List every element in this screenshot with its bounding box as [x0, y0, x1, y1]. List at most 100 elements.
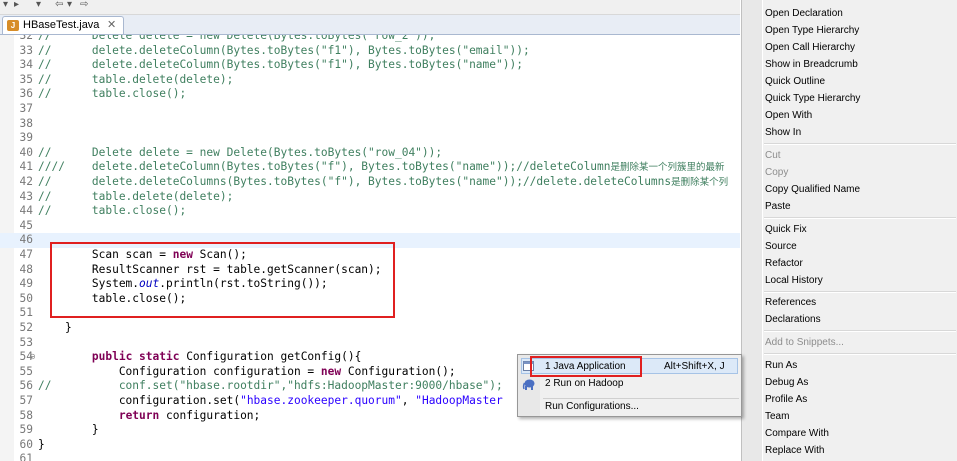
menu-item-refactor[interactable]: Refactor — [765, 258, 803, 269]
toolbar-dropdown-icon[interactable]: ▾ — [36, 0, 41, 10]
menu-item-quick-outline[interactable]: Quick Outline — [765, 76, 825, 87]
line-number: 46 — [19, 233, 33, 247]
code-line: 32 // Delete delete = new Delete(Bytes.to… — [0, 35, 740, 44]
code-text: configuration.set("hbase.zookeeper.quoru… — [38, 394, 503, 407]
code-line: 35 // table.delete(delete); — [0, 73, 740, 88]
menu-item-paste[interactable]: Paste — [765, 201, 791, 212]
line-number: 48 — [19, 262, 33, 276]
fold-icon[interactable]: ⊖ — [29, 350, 36, 365]
menu-item-run-as[interactable]: Run As — [765, 360, 797, 371]
toolbar-arrow-icon[interactable]: ▾ — [3, 0, 8, 10]
line-number: 32 — [19, 35, 33, 42]
code-line: 37 — [0, 102, 740, 117]
menu-item-open-declaration[interactable]: Open Declaration — [765, 8, 843, 19]
submenu-item-run-configurations[interactable]: Run Configurations... — [545, 401, 639, 412]
submenu-separator — [543, 398, 739, 399]
menu-separator — [764, 353, 956, 355]
line-number: 49 — [19, 277, 33, 291]
code-text: // delete.deleteColumn(Bytes.toBytes("f1… — [38, 43, 530, 57]
menu-item-team[interactable]: Team — [765, 411, 789, 422]
menu-item-cut: Cut — [765, 150, 781, 161]
line-number: 61 — [19, 452, 33, 461]
hadoop-elephant-icon — [522, 379, 535, 390]
line-number: 40 — [19, 145, 33, 159]
menu-item-profile-as[interactable]: Profile As — [765, 394, 807, 405]
menu-item-source[interactable]: Source — [765, 241, 797, 252]
code-line: 34 // delete.deleteColumn(Bytes.toBytes("… — [0, 58, 740, 73]
code-line: 42 // delete.deleteColumns(Bytes.toBytes(… — [0, 175, 740, 190]
code-text: // table.close(); — [38, 87, 187, 101]
code-line: 61 — [0, 452, 740, 461]
toolbar-run-icon[interactable]: ▸ — [14, 0, 19, 10]
java-file-icon: J — [7, 20, 19, 31]
menu-icon-gutter — [742, 0, 763, 461]
code-text: public static Configuration getConfig(){ — [91, 350, 362, 364]
line-number: 56 — [19, 379, 33, 393]
code-text: //// delete.deleteColumn(Bytes.toBytes("… — [38, 160, 725, 174]
editor-tab-bar: J HBaseTest.java ✕ — [0, 15, 740, 35]
menu-item-compare-with[interactable]: Compare With — [765, 428, 829, 439]
menu-separator — [764, 291, 956, 293]
toolbar: ▾ ▸ ▾ ⇦ ▾ ⇨ — [0, 0, 740, 15]
code-line: 45 — [0, 219, 740, 234]
code-text: } — [38, 437, 45, 451]
line-number: 50 — [19, 291, 33, 305]
code-text: // conf.set("hbase.rootdir","hdfs:Hadoop… — [38, 379, 503, 393]
menu-item-show-in[interactable]: Show In — [765, 127, 801, 138]
code-line: 39 — [0, 131, 740, 146]
line-number: 55 — [19, 364, 33, 378]
code-line: 40 // Delete delete = new Delete(Bytes.to… — [0, 146, 740, 161]
menu-item-quick-fix[interactable]: Quick Fix — [765, 224, 807, 235]
forward-icon[interactable]: ⇨ — [80, 0, 88, 10]
back-icon[interactable]: ⇦ — [55, 0, 63, 10]
line-number: 41 — [19, 160, 33, 174]
code-text: // table.delete(delete); — [38, 72, 234, 86]
code-text: } — [38, 321, 72, 334]
menu-item-open-type-hierarchy[interactable]: Open Type Hierarchy — [765, 25, 859, 36]
line-number: 52 — [19, 321, 33, 334]
menu-item-open-call-hierarchy[interactable]: Open Call Hierarchy — [765, 42, 855, 53]
back-dropdown-icon[interactable]: ▾ — [67, 0, 72, 10]
close-icon[interactable]: ✕ — [107, 18, 116, 31]
line-number: 45 — [19, 218, 33, 232]
line-number: 57 — [19, 394, 33, 407]
menu-item-show-in-breadcrumb[interactable]: Show in Breadcrumb — [765, 59, 858, 70]
menu-item-copy-qualified-name[interactable]: Copy Qualified Name — [765, 184, 860, 195]
menu-item-local-history[interactable]: Local History — [765, 275, 823, 286]
highlight-box-scan-code — [50, 242, 395, 318]
line-number: 58 — [19, 408, 33, 422]
line-number: 33 — [19, 43, 33, 57]
line-number: 38 — [19, 116, 33, 130]
tab-hbasetest[interactable]: J HBaseTest.java ✕ — [2, 16, 124, 34]
line-number: 37 — [19, 102, 33, 115]
code-text: // delete.deleteColumns(Bytes.toBytes("f… — [38, 175, 729, 188]
menu-item-declarations[interactable]: Declarations — [765, 314, 821, 325]
menu-item-copy: Copy — [765, 167, 789, 178]
code-text: // Delete delete = new Delete(Bytes.toBy… — [38, 35, 436, 42]
menu-item-open-with[interactable]: Open With — [765, 110, 812, 121]
line-number: 53 — [19, 335, 33, 349]
menu-item-references[interactable]: References — [765, 297, 816, 308]
menu-item-quick-type-hierarchy[interactable]: Quick Type Hierarchy — [765, 93, 860, 104]
menu-item-replace-with[interactable]: Replace With — [765, 445, 824, 456]
line-number: 35 — [19, 72, 33, 86]
code-line: 41 //// delete.deleteColumn(Bytes.toBytes… — [0, 160, 740, 175]
submenu-accelerator: Alt+Shift+X, J — [664, 361, 725, 372]
menu-item-add-to-snippets: Add to Snippets... — [765, 337, 844, 348]
code-text: // delete.deleteColumn(Bytes.toBytes("f1… — [38, 58, 523, 72]
submenu-item-run-on-hadoop[interactable]: 2 Run on Hadoop — [545, 378, 623, 389]
code-line: 33 // delete.deleteColumn(Bytes.toBytes("… — [0, 44, 740, 59]
line-number: 39 — [19, 131, 33, 145]
code-line: 43 // table.delete(delete); — [0, 190, 740, 205]
code-text: } — [38, 423, 99, 437]
code-text: // table.close(); — [38, 204, 187, 218]
line-number: 44 — [19, 204, 33, 218]
code-text: // Delete delete = new Delete(Bytes.toBy… — [38, 145, 443, 159]
code-line: 44 // table.close(); — [0, 204, 740, 219]
line-number: 60 — [19, 437, 33, 451]
code-line: 52 } — [0, 321, 740, 336]
menu-item-debug-as[interactable]: Debug As — [765, 377, 808, 388]
code-line: 59 } — [0, 423, 740, 438]
code-line: 60} — [0, 438, 740, 453]
menu-separator — [764, 217, 956, 219]
